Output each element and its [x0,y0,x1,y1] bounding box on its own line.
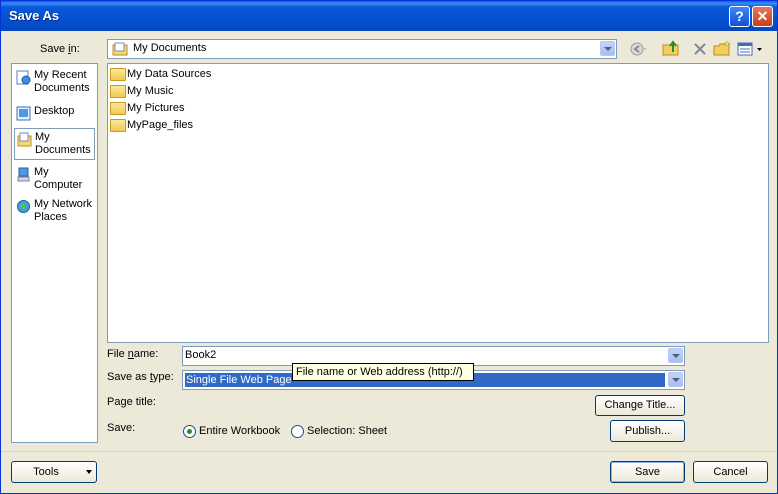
entire-workbook-radio[interactable] [183,425,196,438]
file-name: My Music [127,85,174,97]
dialog-title: Save As [9,8,60,23]
my-computer-icon [17,167,30,182]
file-list[interactable]: My Data Sources My Music My Pictures MyP… [107,63,769,343]
chevron-down-icon[interactable] [668,348,683,363]
desktop-icon [16,106,31,121]
places-item-label: My Computer [34,166,83,191]
file-name: MyPage_files [127,119,194,131]
file-name-tooltip: File name or Web address (http://) [292,363,474,381]
places-bar: My Recent Documents Desktop My Documents… [11,63,98,443]
divider [1,451,777,452]
places-item-my-documents[interactable]: My Documents [14,128,95,160]
chevron-down-icon[interactable] [600,41,615,56]
publish-button[interactable]: Publish... [610,420,685,442]
pictures-folder-icon [110,102,126,115]
save-in-dropdown[interactable]: My Documents [107,39,617,59]
chevron-down-icon [86,470,92,474]
places-item-my-computer[interactable]: My Computer [14,164,95,198]
my-documents-icon [17,132,32,147]
folder-icon [110,119,126,132]
file-name: My Data Sources [127,68,212,80]
selection-sheet-label[interactable]: Selection: Sheet [307,425,387,437]
places-item-label: My Recent Documents [34,69,90,94]
new-folder-icon[interactable] [712,39,732,59]
tools-button[interactable]: Tools [11,461,97,483]
places-item-network-places[interactable]: My Network Places [14,196,95,230]
title-bar: Save As ? ✕ [1,1,777,31]
close-icon: ✕ [756,8,769,24]
selection-sheet-radio[interactable] [291,425,304,438]
network-places-icon [17,200,30,213]
file-name-value: Book2 [185,349,217,361]
views-icon[interactable] [736,39,766,59]
page-title-label: Page title: [107,396,156,408]
places-item-label: My Network Places [34,198,93,223]
cancel-button[interactable]: Cancel [693,461,768,483]
places-item-label: My Documents [35,131,91,156]
file-name-label: File name: [107,348,159,360]
save-button[interactable]: Save [610,461,685,483]
tools-button-label: Tools [33,466,59,478]
save-in-label: Save in: [40,43,80,55]
save-as-dialog: Save As ? ✕ Save in: My Documents My Rec… [0,0,778,494]
save-label: Save: [107,422,136,434]
data-sources-folder-icon [110,68,126,81]
save-as-type-label: Save as type: [107,371,174,383]
file-name: My Pictures [127,102,185,114]
recent-documents-icon [16,70,31,85]
chevron-down-icon[interactable] [668,372,683,387]
close-button[interactable]: ✕ [752,6,773,27]
save-as-type-value: Single File Web Page [186,374,292,386]
change-title-button[interactable]: Change Title... [595,395,685,416]
places-item-recent-documents[interactable]: My Recent Documents [14,67,95,101]
places-item-label: Desktop [34,105,75,117]
delete-icon[interactable] [690,39,710,59]
music-folder-icon [110,85,126,98]
my-documents-icon [112,42,128,56]
entire-workbook-label[interactable]: Entire Workbook [199,425,280,437]
help-icon: ? [735,8,744,24]
help-button[interactable]: ? [729,6,750,27]
save-in-value: My Documents [133,42,207,54]
back-icon[interactable] [628,39,648,59]
up-folder-icon[interactable] [661,39,681,59]
